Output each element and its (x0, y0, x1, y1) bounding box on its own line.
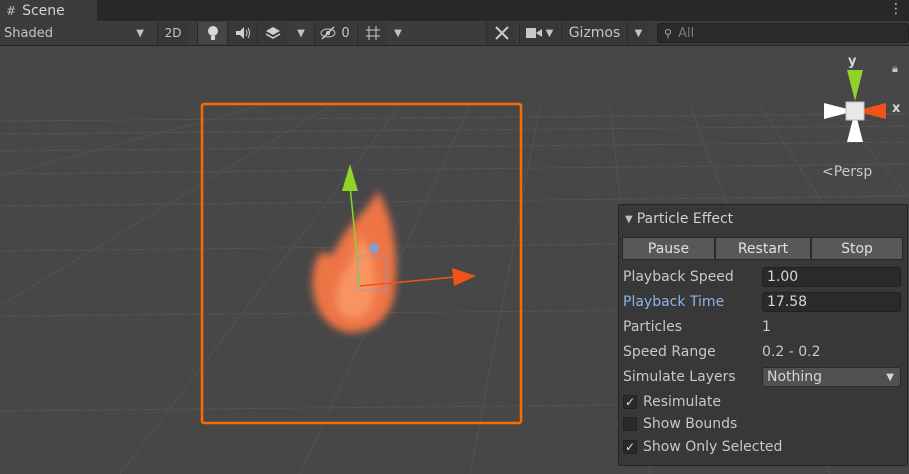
shading-mode-dropdown[interactable]: Shaded ▼ (0, 22, 148, 44)
chevron-down-icon: ▼ (634, 27, 643, 39)
show-only-selected-label: Show Only Selected (643, 439, 783, 455)
grid-icon: # (6, 3, 17, 18)
audio-toggle[interactable] (227, 22, 257, 44)
playback-speed-row: Playback Speed 1.00 (623, 267, 905, 287)
simulate-layers-label: Simulate Layers (623, 369, 736, 385)
show-only-selected-row: ✓ Show Only Selected (623, 439, 782, 455)
more-menu-icon[interactable]: ⋮ (889, 0, 903, 18)
axis-x-label: x (892, 101, 901, 116)
tab-scene-label: Scene (22, 2, 65, 19)
show-bounds-row: Show Bounds (623, 416, 737, 432)
particles-row: Particles 1 (623, 317, 905, 337)
speed-range-label: Speed Range (623, 344, 716, 360)
orientation-gizmo (824, 70, 886, 142)
show-only-selected-checkbox[interactable]: ✓ (623, 440, 637, 454)
search-input[interactable] (676, 24, 901, 42)
chevron-down-icon: ▼ (394, 27, 402, 39)
gizmos-dropdown[interactable]: ▼ (627, 22, 649, 44)
pause-button[interactable]: Pause (622, 237, 715, 260)
chevron-down-icon: ▼ (297, 27, 305, 39)
particle-effect-panel: ▼ Particle Effect Pause Restart Stop Pla… (618, 204, 908, 466)
camera-button[interactable]: ▼ (519, 22, 559, 44)
mode-2d-button[interactable]: 2D (157, 22, 188, 44)
collapse-triangle-icon: ▼ (625, 213, 633, 225)
simulate-layers-dropdown[interactable]: Nothing ▼ (762, 367, 901, 387)
resimulate-label: Resimulate (643, 394, 721, 410)
stop-button[interactable]: Stop (811, 237, 903, 260)
panel-title: Particle Effect (636, 211, 734, 227)
hidden-objects-toggle[interactable]: 0 (314, 22, 354, 44)
search-icon: ⚲ (664, 26, 673, 40)
effects-dropdown[interactable]: ▼ (291, 22, 311, 44)
lock-icon[interactable]: 🔒︎ (892, 62, 898, 76)
simulate-layers-value: Nothing (767, 369, 823, 385)
show-bounds-label: Show Bounds (643, 416, 738, 432)
mode-2d-label: 2D (164, 26, 182, 40)
eye-slash-icon (320, 26, 336, 40)
simulate-layers-row: Simulate Layers Nothing ▼ (623, 367, 905, 387)
show-bounds-checkbox[interactable] (623, 417, 637, 431)
chevron-left-icon: < (822, 164, 834, 180)
gizmos-button[interactable]: Gizmos (561, 22, 627, 44)
speaker-icon (235, 27, 250, 39)
resimulate-checkbox[interactable]: ✓ (623, 395, 637, 409)
chevron-down-icon: ▼ (886, 371, 894, 383)
playback-buttons: Pause Restart Stop (622, 237, 903, 260)
chevron-down-icon: ▼ (545, 27, 554, 39)
tab-bar: # Scene ⋮ (0, 0, 909, 21)
resimulate-row: ✓ Resimulate (623, 394, 721, 410)
scene-toolbar: Shaded ▼ 2D ▼ 0 ▼ ▼ Gizmos ▼ ⚲ (0, 21, 909, 46)
axis-y-label: y (848, 54, 857, 69)
shading-mode-label: Shaded (4, 25, 53, 41)
flame-particle (312, 191, 397, 333)
search-box: ⚲ (657, 23, 909, 43)
hidden-count: 0 (341, 25, 350, 41)
speed-range-value: 0.2 - 0.2 (762, 344, 821, 360)
playback-speed-label: Playback Speed (623, 269, 734, 285)
tab-scene[interactable]: # Scene (0, 0, 97, 21)
tools-icon (494, 26, 509, 40)
grid-toggle[interactable] (357, 22, 387, 44)
panel-header[interactable]: ▼ Particle Effect (625, 211, 733, 227)
particles-value: 1 (762, 319, 771, 335)
speed-range-row: Speed Range 0.2 - 0.2 (623, 342, 905, 362)
tools-button[interactable] (486, 22, 516, 44)
restart-button[interactable]: Restart (715, 237, 811, 260)
projection-label: Persp (833, 164, 873, 180)
lighting-toggle[interactable] (197, 22, 227, 44)
chevron-down-icon: ▼ (136, 27, 144, 39)
playback-time-row: Playback Time 17.58 (623, 292, 905, 312)
gizmos-label: Gizmos (568, 25, 621, 41)
camera-icon (525, 28, 542, 38)
effects-toggle[interactable] (257, 22, 287, 44)
particles-label: Particles (623, 319, 683, 335)
lightbulb-icon (207, 26, 218, 40)
playback-speed-field[interactable]: 1.00 (762, 267, 901, 287)
layers-icon (265, 27, 280, 39)
projection-toggle[interactable]: <Persp (822, 164, 872, 180)
grid-snap-icon (365, 26, 380, 40)
playback-time-field[interactable]: 17.58 (762, 292, 901, 312)
grid-dropdown[interactable]: ▼ (389, 22, 407, 44)
playback-time-label[interactable]: Playback Time (623, 294, 762, 310)
